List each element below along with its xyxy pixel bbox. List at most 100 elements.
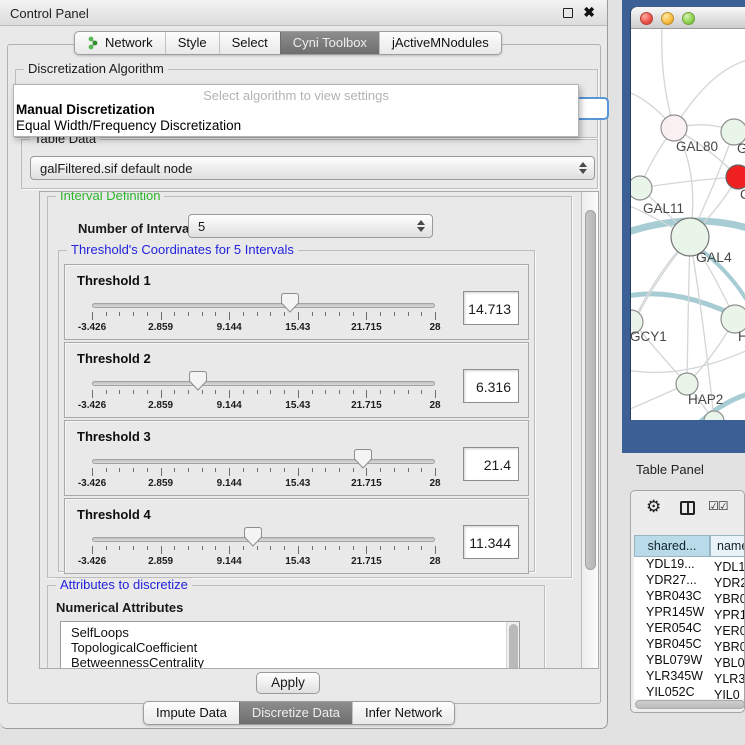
node-bottom[interactable] <box>704 411 724 420</box>
table-row[interactable]: YDL19...YDL1 <box>634 557 745 573</box>
table-header-row: shared... name <box>634 535 745 557</box>
table-data-combobox[interactable]: galFiltered.sif default node <box>30 156 595 180</box>
float-window-icon[interactable] <box>563 8 573 18</box>
column-header-shared-name[interactable]: shared... <box>634 535 710 557</box>
close-icon[interactable]: ✖ <box>583 4 595 21</box>
table-toolbar: ⚙ ☑☑ <box>631 491 744 525</box>
node-label: C <box>740 187 745 202</box>
table-row[interactable]: YIL052CYIL0 <box>634 685 745 699</box>
minimize-traffic-light-icon[interactable] <box>661 12 674 25</box>
node-label: H <box>738 329 745 344</box>
tab-jactivemnodules[interactable]: jActiveMNodules <box>379 32 501 54</box>
group-title: Discretization Algorithm <box>24 62 168 76</box>
checkboxes-icon[interactable]: ☑☑ <box>708 499 728 513</box>
column-layout-icon[interactable] <box>680 501 695 515</box>
slider-ticks <box>92 468 435 476</box>
threshold-4-panel: Threshold 4 -3.4262.8599.14415.4321.7152… <box>64 498 529 574</box>
slider-track[interactable] <box>92 459 435 464</box>
table-data-selected-value: galFiltered.sif default node <box>40 161 192 176</box>
cyni-toolbox-panel: Discretization Algorithm Select algorith… <box>7 44 601 704</box>
gear-icon[interactable]: ⚙ <box>646 497 661 517</box>
node-gal11[interactable] <box>631 176 652 200</box>
dropdown-item-equal-width[interactable]: Equal Width/Frequency Discretization <box>14 118 578 134</box>
node-label: GAL4 <box>696 249 732 265</box>
tab-infer-network[interactable]: Infer Network <box>352 702 454 724</box>
tab-impute-data[interactable]: Impute Data <box>144 702 239 724</box>
number-of-intervals-label: Number of Intervals <box>78 221 200 236</box>
slider-ticks <box>92 546 435 554</box>
settings-scrollpane: Interval Definition Number of Intervals … <box>39 191 599 669</box>
threshold-value-field[interactable]: 6.316 <box>463 369 519 403</box>
threshold-label: Threshold 2 <box>77 351 151 366</box>
table-row[interactable]: YBR043CYBR0 <box>634 589 745 605</box>
panel-title: Control Panel <box>10 6 89 21</box>
node-label: GA <box>737 141 745 156</box>
node-label: GCY1 <box>631 329 667 344</box>
settings-vertical-scrollbar[interactable] <box>581 192 598 668</box>
list-scrollbar[interactable] <box>506 622 519 669</box>
threshold-label: Threshold 1 <box>77 273 151 288</box>
network-icon <box>87 36 100 50</box>
dropdown-item-manual-discretization[interactable]: Manual Discretization <box>14 102 578 118</box>
threshold-label: Threshold 3 <box>77 429 151 444</box>
group-title: Threshold's Coordinates for 5 Intervals <box>67 243 298 257</box>
control-panel-titlebar: Control Panel ✖ <box>0 0 607 26</box>
node-label: GAL80 <box>676 139 718 154</box>
network-window-titlebar <box>631 7 745 29</box>
slider-thumb[interactable] <box>189 371 207 391</box>
slider-scale-labels: -3.4262.8599.14415.4321.71528 <box>92 478 435 489</box>
zoom-traffic-light-icon[interactable] <box>682 12 695 25</box>
table-row[interactable]: YBL079WYBL0 <box>634 653 745 669</box>
table-panel-window: ⚙ ☑☑ shared... name YDL19...YDL1 YDR27..… <box>630 490 745 713</box>
attributes-group: Attributes to discretize Numerical Attri… <box>47 585 545 669</box>
top-tab-bar: Network Style Select Cyni Toolbox jActiv… <box>74 31 502 55</box>
table-row[interactable]: YDR27...YDR2 <box>634 573 745 589</box>
list-item[interactable]: TopologicalCoefficient <box>61 640 519 655</box>
slider-thumb[interactable] <box>281 293 299 313</box>
table-row[interactable]: YPR145WYPR1 <box>634 605 745 621</box>
table-row[interactable]: YER054CYER0 <box>634 621 745 637</box>
column-header-name[interactable]: name <box>710 535 745 557</box>
node-red-selected[interactable] <box>726 165 745 189</box>
network-canvas[interactable]: GAL80 GA C GAL11 GAL4 GCY1 H HAP2 <box>631 29 745 420</box>
thresholds-group: Threshold's Coordinates for 5 Intervals … <box>58 250 535 572</box>
threshold-2-panel: Threshold 2 -3.4262.8599.14415.4321.7152… <box>64 342 529 418</box>
node-label: HAP2 <box>688 392 723 407</box>
group-title: Attributes to discretize <box>56 578 192 592</box>
apply-button[interactable]: Apply <box>256 672 320 694</box>
slider-track[interactable] <box>92 537 435 542</box>
tab-style[interactable]: Style <box>165 32 219 54</box>
table-horizontal-scrollbar[interactable] <box>634 699 745 710</box>
list-item[interactable]: BetweennessCentrality <box>61 655 519 669</box>
table-panel-title: Table Panel <box>636 462 704 477</box>
dropdown-placeholder-item[interactable]: Select algorithm to view settings <box>14 85 578 102</box>
slider-track[interactable] <box>92 381 435 386</box>
combo-arrows-icon <box>579 162 587 174</box>
tab-cyni-toolbox[interactable]: Cyni Toolbox <box>280 32 379 54</box>
slider-scale-labels: -3.4262.8599.14415.4321.71528 <box>92 556 435 567</box>
tab-network[interactable]: Network <box>75 32 165 54</box>
slider-thumb[interactable] <box>244 527 262 547</box>
table-row[interactable]: YBR045CYBR0 <box>634 637 745 653</box>
threshold-label: Threshold 4 <box>77 507 151 522</box>
threshold-value-field[interactable]: 21.4 <box>463 447 519 481</box>
scrollbar-thumb[interactable] <box>635 700 745 709</box>
tab-discretize-data[interactable]: Discretize Data <box>239 702 352 724</box>
numerical-attributes-heading: Numerical Attributes <box>56 600 183 615</box>
slider-thumb[interactable] <box>354 449 372 469</box>
scrollbar-thumb[interactable] <box>585 210 596 570</box>
table-body: YDL19...YDL1 YDR27...YDR2 YBR043CYBR0 YP… <box>634 557 745 699</box>
list-item[interactable]: SelfLoops <box>61 622 519 640</box>
slider-scale-labels: -3.4262.8599.14415.4321.71528 <box>92 322 435 333</box>
node-gal80[interactable] <box>661 115 687 141</box>
slider-ticks <box>92 312 435 320</box>
slider-track[interactable] <box>92 303 435 308</box>
close-traffic-light-icon[interactable] <box>640 12 653 25</box>
algorithm-dropdown-popup: Select algorithm to view settings Manual… <box>13 84 579 137</box>
threshold-value-field[interactable]: 14.713 <box>463 291 519 325</box>
threshold-value-field[interactable]: 11.344 <box>463 525 519 559</box>
group-title: Interval Definition <box>56 191 164 203</box>
table-row[interactable]: YLR345WYLR3 <box>634 669 745 685</box>
tab-select[interactable]: Select <box>219 32 280 54</box>
number-of-intervals-combobox[interactable]: 5 <box>188 214 433 238</box>
